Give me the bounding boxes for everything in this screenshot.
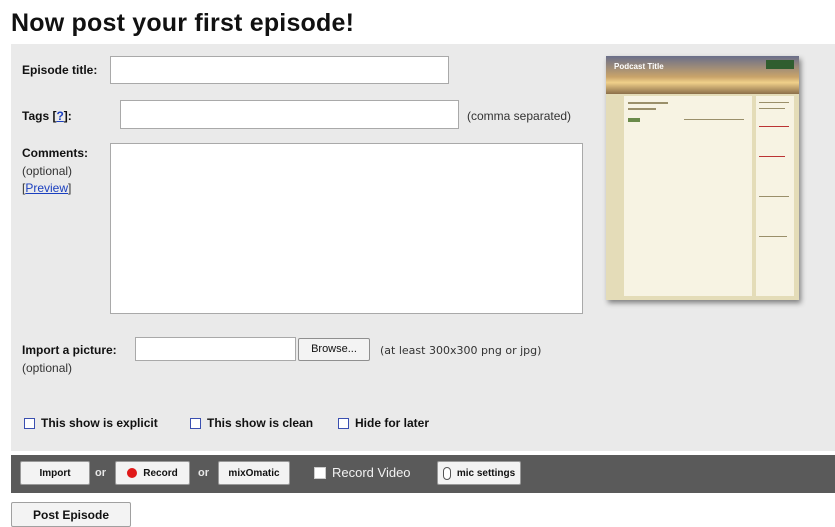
hide-checkbox-box[interactable] xyxy=(338,417,349,429)
toolbar-or-1: or xyxy=(95,467,106,479)
preview-sidebar xyxy=(756,96,794,296)
page-title: Now post your first episode! xyxy=(11,9,355,37)
preview-player xyxy=(628,118,640,122)
mixomatic-button[interactable]: mixOmatic xyxy=(218,461,290,485)
mic-settings-label: mic settings xyxy=(456,467,516,479)
preview-line xyxy=(759,156,785,157)
explicit-checkbox[interactable]: This show is explicit xyxy=(24,416,158,430)
recording-toolbar: Import or Record or mixOmatic Record Vid… xyxy=(11,455,835,493)
theme-preview-thumbnail: Podcast Title xyxy=(606,56,799,300)
comments-label: Comments: xyxy=(22,146,89,160)
record-button-label: Record xyxy=(143,467,178,479)
picture-optional: (optional) xyxy=(22,361,73,375)
preview-header: Podcast Title xyxy=(606,56,799,94)
microphone-icon xyxy=(442,466,451,480)
explicit-checkbox-label: This show is explicit xyxy=(41,416,158,430)
clean-checkbox-box[interactable] xyxy=(190,417,201,429)
preview-line xyxy=(759,102,789,103)
record-video-box[interactable] xyxy=(314,466,326,479)
toolbar-or-2: or xyxy=(198,467,209,479)
post-episode-button[interactable]: Post Episode xyxy=(11,502,131,527)
record-button[interactable]: Record xyxy=(115,461,190,485)
comments-textarea[interactable] xyxy=(110,143,583,314)
preview-line xyxy=(759,196,789,197)
picture-file-input[interactable] xyxy=(135,337,296,361)
explicit-checkbox-box[interactable] xyxy=(24,417,35,429)
comments-preview: [Preview] xyxy=(22,181,72,195)
browse-button[interactable]: Browse... xyxy=(298,338,370,361)
episode-title-input[interactable] xyxy=(110,56,449,84)
preview-line xyxy=(628,108,656,110)
tags-input[interactable] xyxy=(120,100,459,129)
episode-title-label: Episode title: xyxy=(22,63,98,77)
tags-label: Tags [?]: xyxy=(22,109,72,123)
hide-checkbox-label: Hide for later xyxy=(355,416,430,430)
clean-checkbox-label: This show is clean xyxy=(207,416,314,430)
preview-line xyxy=(759,236,787,237)
preview-main-column xyxy=(624,96,752,296)
tags-hint: (comma separated) xyxy=(467,109,572,123)
picture-label: Import a picture: xyxy=(22,343,117,357)
picture-hint: (at least 300x300 png or jpg) xyxy=(380,344,542,357)
preview-line xyxy=(684,119,744,120)
record-video-label: Record Video xyxy=(332,465,411,480)
tags-label-text: Tags [ xyxy=(22,109,57,123)
tags-help-link[interactable]: ? xyxy=(56,109,63,123)
import-button[interactable]: Import xyxy=(20,461,90,485)
preview-logo xyxy=(766,60,794,69)
record-dot-icon xyxy=(127,468,138,478)
preview-podcast-title: Podcast Title xyxy=(614,62,664,71)
mic-settings-button[interactable]: mic settings xyxy=(437,461,521,485)
preview-line xyxy=(759,108,785,109)
record-video-checkbox[interactable]: Record Video xyxy=(314,465,411,480)
clean-checkbox[interactable]: This show is clean xyxy=(190,416,313,430)
hide-checkbox[interactable]: Hide for later xyxy=(338,416,429,430)
preview-line xyxy=(628,102,668,104)
tags-label-suffix: ]: xyxy=(63,109,72,123)
comments-optional: (optional) xyxy=(22,164,73,178)
preview-link[interactable]: Preview xyxy=(25,181,68,195)
preview-line xyxy=(759,126,789,127)
